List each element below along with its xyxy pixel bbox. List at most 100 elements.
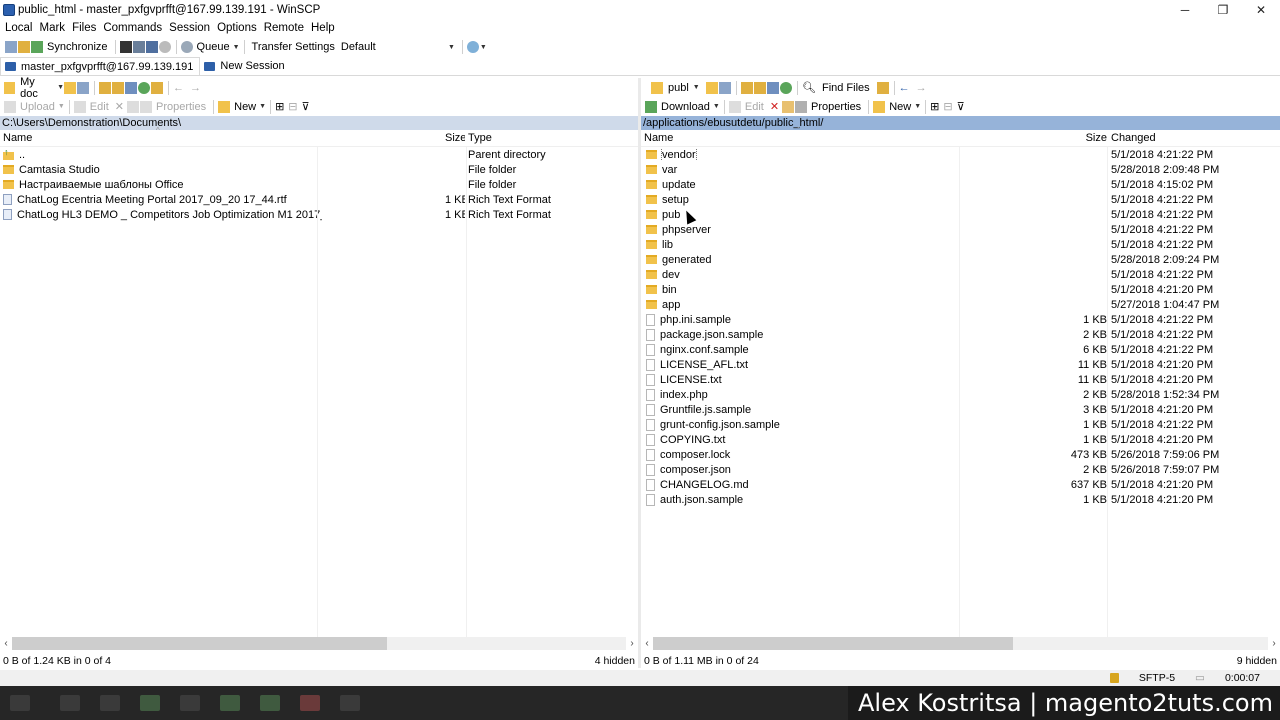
refresh-icon[interactable] bbox=[138, 81, 150, 94]
properties-icon[interactable] bbox=[795, 100, 808, 113]
queue-icon[interactable] bbox=[180, 41, 193, 53]
download-button[interactable]: Download bbox=[661, 101, 710, 113]
open-directory-icon[interactable] bbox=[64, 81, 76, 94]
menu-help[interactable]: Help bbox=[311, 22, 335, 34]
taskbar-app-icon[interactable] bbox=[140, 695, 160, 711]
terminal-icon[interactable] bbox=[145, 41, 158, 53]
unselect-icon[interactable]: ⊟ bbox=[288, 100, 297, 113]
new-folder-icon[interactable] bbox=[873, 100, 886, 113]
file-row[interactable]: ChatLog HL3 DEMO _ Competitors Job Optim… bbox=[0, 207, 638, 222]
preferences-icon[interactable] bbox=[158, 41, 171, 53]
file-row[interactable]: auth.json.sample 1 KB 5/1/2018 4:21:20 PM bbox=[641, 492, 1280, 507]
file-row[interactable]: pub 5/1/2018 4:21:22 PM bbox=[641, 207, 1280, 222]
new-dropdown-icon[interactable]: ▼ bbox=[259, 103, 266, 110]
local-location-select[interactable]: My doc ▼ bbox=[4, 76, 64, 100]
file-row[interactable]: update 5/1/2018 4:15:02 PM bbox=[641, 177, 1280, 192]
taskbar-app-icon[interactable] bbox=[180, 695, 200, 711]
file-row[interactable]: LICENSE.txt 11 KB 5/1/2018 4:21:20 PM bbox=[641, 372, 1280, 387]
file-row[interactable]: index.php 2 KB 5/28/2018 1:52:34 PM bbox=[641, 387, 1280, 402]
scroll-right-icon[interactable]: › bbox=[1268, 638, 1280, 649]
scroll-thumb[interactable] bbox=[12, 637, 387, 650]
file-row[interactable]: Camtasia Studio File folder bbox=[0, 162, 638, 177]
local-file-list[interactable]: .. Parent directory Camtasia Studio File fo… bbox=[0, 147, 638, 637]
file-row[interactable]: ChatLog Ecentria Meeting Portal 2017_09_… bbox=[0, 192, 638, 207]
column-size[interactable]: Size bbox=[1061, 132, 1107, 144]
file-row[interactable]: setup 5/1/2018 4:21:22 PM bbox=[641, 192, 1280, 207]
filter-files-icon[interactable]: ⊽ bbox=[957, 100, 965, 113]
rename-icon[interactable] bbox=[126, 100, 139, 113]
file-row[interactable]: .. Parent directory bbox=[0, 147, 638, 162]
new-button[interactable]: New bbox=[889, 101, 911, 113]
synchronize-button[interactable]: Synchronize bbox=[47, 41, 108, 53]
remote-location-select[interactable]: publ ▼ bbox=[651, 81, 706, 94]
file-row[interactable]: composer.json 2 KB 5/26/2018 7:59:07 PM bbox=[641, 462, 1280, 477]
taskbar-app-icon[interactable] bbox=[100, 695, 120, 711]
select-icon[interactable]: ⊞ bbox=[930, 100, 939, 113]
file-row[interactable]: package.json.sample 2 KB 5/1/2018 4:21:22 … bbox=[641, 327, 1280, 342]
menu-remote[interactable]: Remote bbox=[264, 22, 304, 34]
synchronize-icon[interactable] bbox=[31, 41, 43, 53]
find-files-icon[interactable]: 🔍︎ bbox=[802, 81, 816, 94]
file-row[interactable]: var 5/28/2018 2:09:48 PM bbox=[641, 162, 1280, 177]
start-icon[interactable] bbox=[10, 695, 30, 711]
tab-new-session[interactable]: New Session bbox=[200, 57, 290, 75]
properties-button[interactable]: Properties bbox=[156, 101, 206, 113]
taskbar-app-icon[interactable] bbox=[340, 695, 360, 711]
taskbar-app-icon[interactable] bbox=[300, 695, 320, 711]
remote-horizontal-scrollbar[interactable]: ‹ › bbox=[641, 636, 1280, 651]
tree-icon[interactable] bbox=[876, 81, 889, 94]
download-icon[interactable] bbox=[645, 100, 657, 113]
root-directory-icon[interactable] bbox=[754, 81, 766, 94]
file-row[interactable]: Gruntfile.js.sample 3 KB 5/1/2018 4:21:20 … bbox=[641, 402, 1280, 417]
file-row[interactable]: composer.lock 473 KB 5/26/2018 7:59:06 PM bbox=[641, 447, 1280, 462]
filter-files-icon[interactable]: ⊽ bbox=[302, 100, 310, 113]
column-name[interactable]: Name bbox=[0, 132, 445, 144]
scroll-right-icon[interactable]: › bbox=[626, 638, 638, 649]
file-row[interactable]: lib 5/1/2018 4:21:22 PM bbox=[641, 237, 1280, 252]
edit-button[interactable]: Edit bbox=[90, 101, 109, 113]
close-button[interactable]: ✕ bbox=[1242, 0, 1280, 20]
find-icon[interactable] bbox=[151, 81, 163, 94]
file-row[interactable]: php.ini.sample 1 KB 5/1/2018 4:21:22 PM bbox=[641, 312, 1280, 327]
scroll-left-icon[interactable]: ‹ bbox=[641, 638, 653, 649]
menu-local[interactable]: Local bbox=[5, 22, 33, 34]
new-button[interactable]: New bbox=[234, 101, 256, 113]
local-hidden-count[interactable]: 4 hidden bbox=[595, 655, 635, 667]
file-row[interactable]: generated 5/28/2018 2:09:24 PM bbox=[641, 252, 1280, 267]
file-row[interactable]: phpserver 5/1/2018 4:21:22 PM bbox=[641, 222, 1280, 237]
taskbar-app-icon[interactable] bbox=[220, 695, 240, 711]
column-name[interactable]: Name bbox=[641, 132, 1061, 144]
back-icon[interactable]: ← bbox=[173, 82, 184, 94]
forward-icon[interactable]: → bbox=[190, 82, 201, 94]
properties-icon[interactable] bbox=[139, 100, 152, 113]
remote-file-list[interactable]: vendor 5/1/2018 4:21:22 PM var 5/28/2018 2:… bbox=[641, 147, 1280, 637]
parent-directory-icon[interactable] bbox=[99, 81, 111, 94]
menu-options[interactable]: Options bbox=[217, 22, 257, 34]
filter-icon[interactable] bbox=[77, 81, 89, 94]
find-files-button[interactable]: Find Files bbox=[822, 82, 870, 94]
transfer-settings-select[interactable]: Default ▼ bbox=[338, 40, 458, 55]
edit-icon[interactable] bbox=[73, 100, 86, 113]
file-row[interactable]: CHANGELOG.md 637 KB 5/1/2018 4:21:20 PM bbox=[641, 477, 1280, 492]
upload-button[interactable]: Upload bbox=[20, 101, 55, 113]
menu-commands[interactable]: Commands bbox=[103, 22, 162, 34]
file-row[interactable]: Настраиваемые шаблоны Office File folder bbox=[0, 177, 638, 192]
scroll-left-icon[interactable]: ‹ bbox=[0, 638, 12, 649]
column-size[interactable]: Size bbox=[445, 132, 465, 144]
file-row[interactable]: nginx.conf.sample 6 KB 5/1/2018 4:21:22 PM bbox=[641, 342, 1280, 357]
file-row[interactable]: app 5/27/2018 1:04:47 PM bbox=[641, 297, 1280, 312]
scroll-track[interactable] bbox=[653, 637, 1268, 650]
unselect-icon[interactable]: ⊟ bbox=[943, 100, 952, 113]
queue-dropdown-icon[interactable]: ▼ bbox=[233, 44, 240, 51]
menu-mark[interactable]: Mark bbox=[40, 22, 66, 34]
back-icon[interactable]: ← bbox=[899, 82, 910, 94]
scroll-track[interactable] bbox=[12, 637, 626, 650]
delete-icon[interactable]: ✕ bbox=[770, 100, 779, 113]
download-dropdown-icon[interactable]: ▼ bbox=[713, 103, 720, 110]
queue-button[interactable]: Queue bbox=[197, 41, 230, 53]
maximize-button[interactable]: ❐ bbox=[1204, 0, 1242, 20]
synchronize-browsing-icon[interactable] bbox=[18, 41, 30, 53]
taskbar-app-icon[interactable] bbox=[60, 695, 80, 711]
parent-directory-icon[interactable] bbox=[741, 81, 753, 94]
new-folder-icon[interactable] bbox=[218, 100, 231, 113]
